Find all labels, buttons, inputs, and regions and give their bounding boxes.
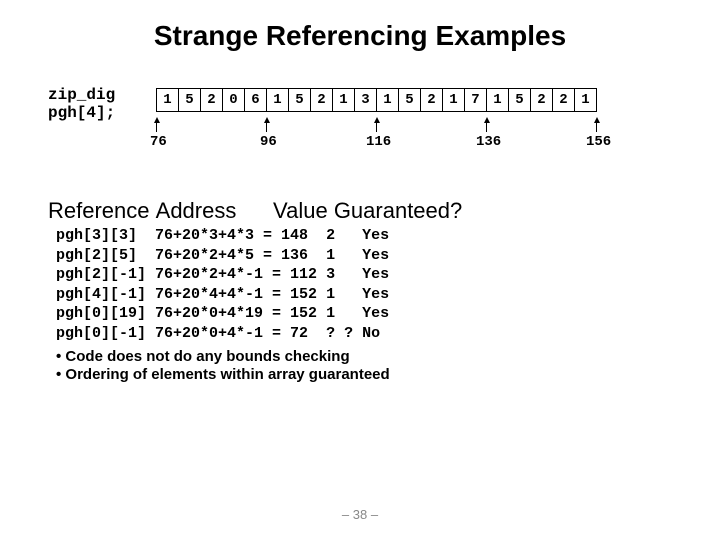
mem-cell: 2 — [552, 88, 575, 112]
mem-cell: 0 — [222, 88, 245, 112]
table-row: pgh[4][-1] 76+20*4+4*-1 = 152 1 Yes — [56, 285, 389, 305]
arrow-up-icon — [486, 122, 488, 132]
mem-cell: 5 — [508, 88, 531, 112]
arrow-up-icon — [376, 122, 378, 132]
decl-line1: zip_dig — [48, 86, 115, 104]
bullet-2: • Ordering of elements within array guar… — [56, 366, 390, 383]
hdr-address: Address — [156, 198, 237, 223]
memory-diagram: 1 5 2 0 6 1 5 2 1 3 1 5 2 1 7 1 5 2 2 1 … — [156, 88, 597, 152]
mem-cell: 7 — [464, 88, 487, 112]
mem-cell: 2 — [200, 88, 223, 112]
addr-label: 116 — [366, 134, 391, 150]
page-number: – 38 – — [0, 507, 720, 522]
mem-cell: 1 — [376, 88, 399, 112]
arrow-up-icon — [266, 122, 268, 132]
mem-cell: 1 — [266, 88, 289, 112]
hdr-guaranteed: Guaranteed? — [334, 198, 462, 223]
table-header: Reference Address Value Guaranteed? — [48, 198, 462, 224]
slide: Strange Referencing Examples zip_dig pgh… — [0, 0, 720, 540]
mem-cell: 1 — [574, 88, 597, 112]
mem-cell: 2 — [530, 88, 553, 112]
mem-cell: 5 — [398, 88, 421, 112]
mem-cell: 2 — [310, 88, 333, 112]
mem-cell: 6 — [244, 88, 267, 112]
mem-cell: 1 — [156, 88, 179, 112]
addr-label: 76 — [150, 134, 167, 150]
mem-cell: 5 — [178, 88, 201, 112]
mem-cell: 5 — [288, 88, 311, 112]
address-row: 76 96 116 136 156 — [156, 112, 597, 152]
array-declaration: zip_dig pgh[4]; — [48, 86, 115, 123]
addr-label: 96 — [260, 134, 277, 150]
page-title: Strange Referencing Examples — [40, 20, 680, 52]
arrow-up-icon — [596, 122, 598, 132]
decl-line2: pgh[4]; — [48, 104, 115, 122]
arrow-up-icon — [156, 122, 158, 132]
hdr-reference: Reference — [48, 198, 150, 223]
memory-cells: 1 5 2 0 6 1 5 2 1 3 1 5 2 1 7 1 5 2 2 1 — [156, 88, 597, 112]
mem-cell: 1 — [332, 88, 355, 112]
addr-label: 136 — [476, 134, 501, 150]
bullet-1: • Code does not do any bounds checking — [56, 348, 350, 365]
table-row: pgh[2][5] 76+20*2+4*5 = 136 1 Yes — [56, 246, 389, 266]
table-row: pgh[3][3] 76+20*3+4*3 = 148 2 Yes — [56, 226, 389, 246]
table-row: pgh[2][-1] 76+20*2+4*-1 = 112 3 Yes — [56, 265, 389, 285]
hdr-value: Value — [273, 198, 328, 223]
reference-table: pgh[3][3] 76+20*3+4*3 = 148 2 Yes pgh[2]… — [56, 226, 389, 343]
mem-cell: 1 — [486, 88, 509, 112]
mem-cell: 3 — [354, 88, 377, 112]
mem-cell: 1 — [442, 88, 465, 112]
addr-label: 156 — [586, 134, 611, 150]
table-row: pgh[0][-1] 76+20*0+4*-1 = 72 ? ? No — [56, 324, 389, 344]
mem-cell: 2 — [420, 88, 443, 112]
table-row: pgh[0][19] 76+20*0+4*19 = 152 1 Yes — [56, 304, 389, 324]
